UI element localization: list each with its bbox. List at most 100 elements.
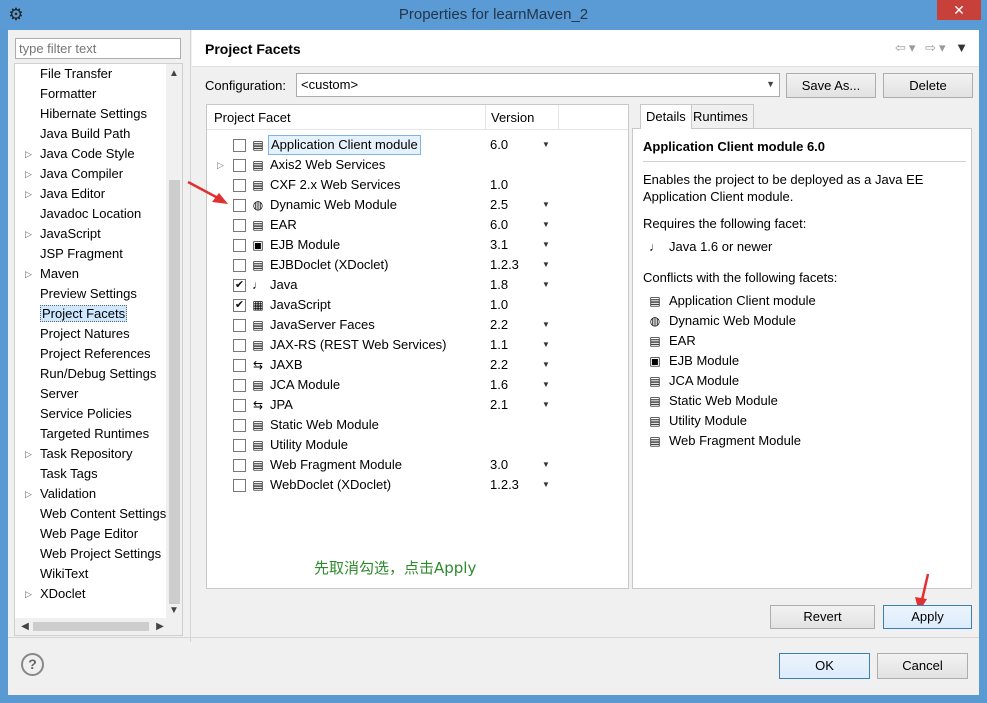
version-dropdown-icon[interactable]: ▼	[542, 255, 550, 275]
facet-row[interactable]: ▤ JCA Module 1.6 ▼	[207, 375, 628, 395]
sidebar-item[interactable]: WikiText	[15, 564, 167, 584]
facet-row[interactable]: ✔ ♩ Java 1.8 ▼	[207, 275, 628, 295]
apply-button[interactable]: Apply	[883, 605, 972, 629]
facet-row[interactable]: ▤ CXF 2.x Web Services 1.0	[207, 175, 628, 195]
window-close-button[interactable]: ✕	[937, 0, 981, 20]
facet-version[interactable]: 1.2.3	[490, 255, 519, 275]
back-arrow-icon[interactable]: ⇦▾	[895, 40, 918, 55]
sidebar-item[interactable]: Project Natures	[15, 324, 167, 344]
scroll-left-icon[interactable]: ◀	[17, 618, 33, 635]
facet-checkbox[interactable]	[233, 199, 246, 212]
sidebar-item[interactable]: ▷ JavaScript	[15, 224, 167, 244]
facet-version[interactable]: 1.8	[490, 275, 508, 295]
nav-vertical-scrollbar[interactable]: ▲ ▼	[166, 64, 182, 619]
version-dropdown-icon[interactable]: ▼	[542, 455, 550, 475]
facet-version[interactable]: 2.1	[490, 395, 508, 415]
facet-version[interactable]: 1.6	[490, 375, 508, 395]
version-dropdown-icon[interactable]: ▼	[542, 375, 550, 395]
chevron-down-icon[interactable]: ▼	[766, 79, 775, 89]
facet-checkbox[interactable]: ✔	[233, 299, 246, 312]
sidebar-item[interactable]: File Transfer	[15, 64, 167, 84]
sidebar-item[interactable]: Run/Debug Settings	[15, 364, 167, 384]
sidebar-item[interactable]: ▷ Task Repository	[15, 444, 167, 464]
pane-divider[interactable]	[190, 30, 191, 642]
expand-arrow-icon[interactable]: ▷	[25, 584, 32, 604]
facet-row[interactable]: ▷ ▤ Axis2 Web Services	[207, 155, 628, 175]
version-dropdown-icon[interactable]: ▼	[542, 335, 550, 355]
facet-version[interactable]: 2.2	[490, 315, 508, 335]
column-header-facet[interactable]: Project Facet	[214, 110, 291, 125]
facet-row[interactable]: ▣ EJB Module 3.1 ▼	[207, 235, 628, 255]
facet-row[interactable]: ▤ JavaServer Faces 2.2 ▼	[207, 315, 628, 335]
sidebar-item[interactable]: Web Content Settings	[15, 504, 167, 524]
facet-version[interactable]: 3.0	[490, 455, 508, 475]
sidebar-item[interactable]: Project Facets	[15, 304, 167, 324]
facet-row[interactable]: ▤ Web Fragment Module 3.0 ▼	[207, 455, 628, 475]
version-dropdown-icon[interactable]: ▼	[542, 395, 550, 415]
facet-version[interactable]: 2.5	[490, 195, 508, 215]
expand-arrow-icon[interactable]: ▷	[25, 164, 32, 184]
configuration-combo[interactable]: <custom> ▼	[296, 73, 780, 97]
facet-checkbox[interactable]	[233, 239, 246, 252]
scroll-right-icon[interactable]: ▶	[152, 618, 168, 635]
delete-button[interactable]: Delete	[883, 73, 973, 98]
sidebar-item[interactable]: Java Build Path	[15, 124, 167, 144]
nav-horizontal-scrollbar[interactable]: ◀ ▶	[15, 618, 182, 635]
facet-checkbox[interactable]	[233, 179, 246, 192]
facet-row[interactable]: ◍ Dynamic Web Module 2.5 ▼	[207, 195, 628, 215]
help-icon[interactable]: ?	[21, 653, 44, 676]
facet-version[interactable]: 1.1	[490, 335, 508, 355]
facet-row[interactable]: ⇆ JAXB 2.2 ▼	[207, 355, 628, 375]
scroll-down-icon[interactable]: ▼	[166, 603, 182, 619]
facet-checkbox[interactable]	[233, 399, 246, 412]
sidebar-item[interactable]: Javadoc Location	[15, 204, 167, 224]
view-menu-icon[interactable]: ▼	[955, 40, 971, 55]
facet-checkbox[interactable]: ✔	[233, 279, 246, 292]
facet-checkbox[interactable]	[233, 259, 246, 272]
sidebar-item[interactable]: ▷ Java Editor	[15, 184, 167, 204]
version-dropdown-icon[interactable]: ▼	[542, 215, 550, 235]
facet-row[interactable]: ▤ Utility Module	[207, 435, 628, 455]
expand-arrow-icon[interactable]: ▷	[25, 484, 32, 504]
sidebar-item[interactable]: Hibernate Settings	[15, 104, 167, 124]
scroll-up-icon[interactable]: ▲	[166, 66, 182, 82]
tab-runtimes[interactable]: Runtimes	[687, 104, 754, 128]
facet-checkbox[interactable]	[233, 419, 246, 432]
facet-checkbox[interactable]	[233, 439, 246, 452]
version-dropdown-icon[interactable]: ▼	[542, 195, 550, 215]
filter-input[interactable]	[15, 38, 181, 59]
facet-row[interactable]: ▤ EAR 6.0 ▼	[207, 215, 628, 235]
facet-checkbox[interactable]	[233, 319, 246, 332]
expand-arrow-icon[interactable]: ▷	[25, 444, 32, 464]
expand-arrow-icon[interactable]: ▷	[25, 264, 32, 284]
sidebar-item[interactable]: Task Tags	[15, 464, 167, 484]
tab-details[interactable]: Details	[640, 104, 692, 129]
expand-arrow-icon[interactable]: ▷	[25, 224, 32, 244]
sidebar-item[interactable]: Web Page Editor	[15, 524, 167, 544]
sidebar-item[interactable]: ▷ Java Compiler	[15, 164, 167, 184]
version-dropdown-icon[interactable]: ▼	[542, 355, 550, 375]
version-dropdown-icon[interactable]: ▼	[542, 475, 550, 495]
facet-row[interactable]: ⇆ JPA 2.1 ▼	[207, 395, 628, 415]
facet-row[interactable]: ▤ WebDoclet (XDoclet) 1.2.3 ▼	[207, 475, 628, 495]
ok-button[interactable]: OK	[779, 653, 870, 679]
forward-arrow-icon[interactable]: ⇨▾	[925, 40, 948, 55]
sidebar-item[interactable]: ▷ Maven	[15, 264, 167, 284]
hscroll-thumb[interactable]	[33, 622, 149, 631]
expand-arrow-icon[interactable]: ▷	[25, 184, 32, 204]
facet-checkbox[interactable]	[233, 479, 246, 492]
facet-version[interactable]: 2.2	[490, 355, 508, 375]
version-dropdown-icon[interactable]: ▼	[542, 275, 550, 295]
facet-checkbox[interactable]	[233, 339, 246, 352]
facet-checkbox[interactable]	[233, 379, 246, 392]
version-dropdown-icon[interactable]: ▼	[542, 315, 550, 335]
facet-row[interactable]: ✔ ▦ JavaScript 1.0	[207, 295, 628, 315]
expand-arrow-icon[interactable]: ▷	[25, 144, 32, 164]
facet-row[interactable]: ▤ EJBDoclet (XDoclet) 1.2.3 ▼	[207, 255, 628, 275]
facet-checkbox[interactable]	[233, 159, 246, 172]
facet-checkbox[interactable]	[233, 219, 246, 232]
facet-checkbox[interactable]	[233, 139, 246, 152]
column-header-version[interactable]: Version	[491, 110, 534, 125]
facet-row[interactable]: ▤ Application Client module 6.0 ▼	[207, 135, 628, 155]
version-dropdown-icon[interactable]: ▼	[542, 135, 550, 155]
